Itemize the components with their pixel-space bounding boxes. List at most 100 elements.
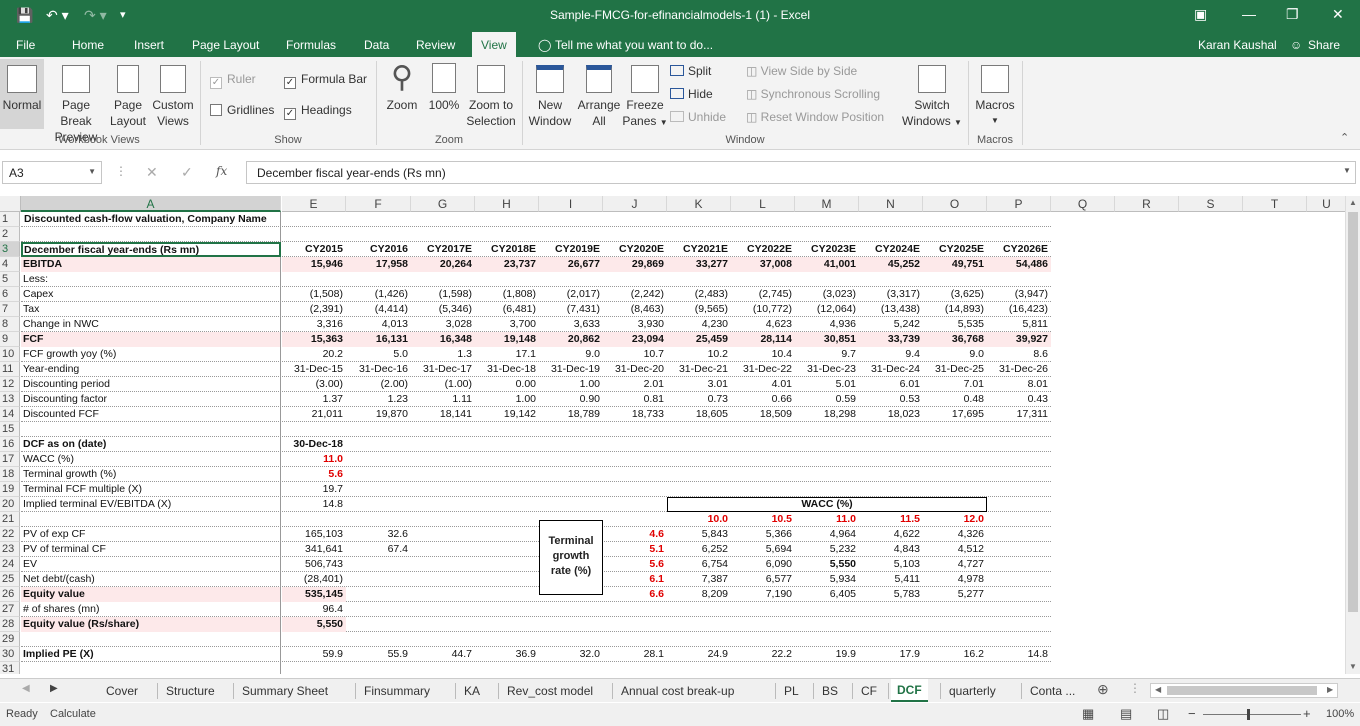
new-sheet-icon[interactable]: ⊕ — [1097, 681, 1109, 698]
enter-icon[interactable]: ✓ — [181, 164, 193, 181]
macros-button[interactable]: Macros ▼ — [972, 59, 1018, 129]
zoom-button[interactable]: ⚲ Zoom — [380, 59, 424, 113]
column-header-f[interactable]: F — [346, 196, 411, 212]
tab-data[interactable]: Data — [364, 38, 389, 52]
prev-sheet-icon[interactable]: ◀ — [22, 683, 30, 694]
sheet-tab-bs[interactable]: BS — [816, 682, 844, 702]
tab-review[interactable]: Review — [416, 38, 455, 52]
name-box-dropdown-icon[interactable]: ▼ — [88, 167, 96, 176]
minimize-icon[interactable]: — — [1242, 6, 1256, 22]
select-all-corner[interactable] — [0, 196, 21, 212]
user-name[interactable]: Karan Kaushal — [1198, 38, 1277, 52]
row-header[interactable]: 30 — [0, 647, 20, 662]
scroll-right-icon[interactable]: ▶ — [1327, 685, 1333, 694]
page-layout-icon[interactable]: ▤ — [1120, 706, 1132, 722]
row-header[interactable]: 16 — [0, 437, 20, 452]
zoom-100-button[interactable]: 100% — [426, 59, 462, 113]
name-box[interactable]: A3 ▼ — [2, 161, 102, 184]
row-header[interactable]: 5 — [0, 272, 20, 287]
row-header[interactable]: 18 — [0, 467, 20, 482]
row-header[interactable]: 29 — [0, 632, 20, 647]
cancel-icon[interactable]: ✕ — [146, 164, 158, 181]
row-header[interactable]: 24 — [0, 557, 20, 572]
row-header[interactable]: 25 — [0, 572, 20, 587]
spreadsheet-grid[interactable]: AEFGHIJKLMNOPQRSTU 1 2 3 4 5 6 7 8 9 10 11 12 13 14 15… — [0, 196, 1345, 674]
column-header-k[interactable]: K — [667, 196, 731, 212]
zoom-to-selection-button[interactable]: Zoom to Selection — [464, 59, 518, 129]
row-header[interactable]: 12 — [0, 377, 20, 392]
row-header[interactable]: 2 — [0, 227, 20, 242]
row-header[interactable]: 27 — [0, 602, 20, 617]
tab-page-layout[interactable]: Page Layout — [192, 38, 259, 52]
row-header[interactable]: 26 — [0, 587, 20, 602]
selected-cell-a3[interactable]: December fiscal year-ends (Rs mn) — [21, 242, 281, 257]
row-header[interactable]: 1 — [0, 212, 20, 227]
row-header[interactable]: 19 — [0, 482, 20, 497]
row-header[interactable]: 20 — [0, 497, 20, 512]
zoom-slider[interactable] — [1203, 714, 1301, 715]
page-layout-view-button[interactable]: Page Layout — [108, 59, 148, 129]
row-header[interactable]: 4 — [0, 257, 20, 272]
sheet-tab-ka[interactable]: KA — [458, 682, 486, 702]
reset-window-position-button[interactable]: ◫ Reset Window Position — [746, 110, 884, 124]
sheet-tab-quarterly[interactable]: quarterly — [943, 682, 1002, 702]
zoom-in-icon[interactable]: + — [1303, 706, 1311, 721]
close-icon[interactable]: ✕ — [1332, 6, 1344, 23]
collapse-ribbon-icon[interactable]: ⌃ — [1340, 131, 1349, 144]
scroll-down-icon[interactable]: ▼ — [1349, 662, 1357, 671]
switch-windows-button[interactable]: Switch Windows ▼ — [902, 59, 962, 131]
ribbon-display-icon[interactable]: ▣ — [1194, 6, 1207, 23]
new-window-button[interactable]: New Window — [526, 59, 574, 129]
split-button[interactable]: Split — [670, 64, 711, 78]
row-header[interactable]: 7 — [0, 302, 20, 317]
row-header[interactable]: 8 — [0, 317, 20, 332]
zoom-slider-thumb[interactable] — [1247, 709, 1250, 720]
next-sheet-icon[interactable]: ▶ — [50, 683, 58, 694]
status-calculate[interactable]: Calculate — [50, 708, 96, 720]
column-header-j[interactable]: J — [603, 196, 667, 212]
column-header-l[interactable]: L — [731, 196, 795, 212]
sheet-tab-summary-sheet[interactable]: Summary Sheet — [236, 682, 334, 702]
column-header-q[interactable]: Q — [1051, 196, 1115, 212]
sheet-tab-cf[interactable]: CF — [855, 682, 883, 702]
tab-view[interactable]: View — [472, 32, 516, 57]
custom-views-button[interactable]: Custom Views — [150, 59, 196, 129]
sheet-tab-conta[interactable]: Conta ... — [1024, 682, 1081, 702]
column-header-m[interactable]: M — [795, 196, 859, 212]
zoom-out-icon[interactable]: − — [1188, 706, 1196, 721]
column-header-r[interactable]: R — [1115, 196, 1179, 212]
tab-insert[interactable]: Insert — [134, 38, 164, 52]
row-header[interactable]: 23 — [0, 542, 20, 557]
column-header-i[interactable]: I — [539, 196, 603, 212]
column-header-t[interactable]: T — [1243, 196, 1307, 212]
column-header-n[interactable]: N — [859, 196, 923, 212]
sheet-tab-pl[interactable]: PL — [778, 682, 805, 702]
horizontal-scrollbar[interactable]: ◀ ▶ — [1150, 683, 1338, 698]
column-header-g[interactable]: G — [411, 196, 475, 212]
page-break-icon[interactable]: ◫ — [1157, 706, 1169, 722]
row-header[interactable]: 9 — [0, 332, 20, 347]
tab-file[interactable]: File — [16, 38, 35, 52]
row-header[interactable]: 28 — [0, 617, 20, 632]
column-header-s[interactable]: S — [1179, 196, 1243, 212]
row-header[interactable]: 15 — [0, 422, 20, 437]
column-header-o[interactable]: O — [923, 196, 987, 212]
sheet-tab-cover[interactable]: Cover — [100, 682, 144, 702]
unhide-button[interactable]: Unhide — [670, 110, 726, 124]
hide-button[interactable]: Hide — [670, 87, 713, 101]
row-header[interactable]: 22 — [0, 527, 20, 542]
tab-formulas[interactable]: Formulas — [286, 38, 336, 52]
column-header-p[interactable]: P — [987, 196, 1051, 212]
gridlines-checkbox[interactable]: Gridlines — [210, 103, 274, 117]
expand-formula-bar-icon[interactable]: ▼ — [1343, 166, 1351, 175]
formula-bar-checkbox[interactable]: ✓ Formula Bar — [284, 72, 367, 89]
sheet-tab-rev-cost-model[interactable]: Rev_cost model — [501, 682, 599, 702]
row-header[interactable]: 11 — [0, 362, 20, 377]
column-header-a[interactable]: A — [21, 196, 281, 212]
column-header-h[interactable]: H — [475, 196, 539, 212]
share-button[interactable]: Share — [1308, 38, 1340, 52]
ruler-checkbox[interactable]: ✓ Ruler — [210, 72, 256, 89]
row-header[interactable]: 3 — [0, 242, 20, 257]
sheet-tab-dcf[interactable]: DCF — [891, 679, 928, 702]
synchronous-scrolling-button[interactable]: ◫ Synchronous Scrolling — [746, 87, 880, 101]
